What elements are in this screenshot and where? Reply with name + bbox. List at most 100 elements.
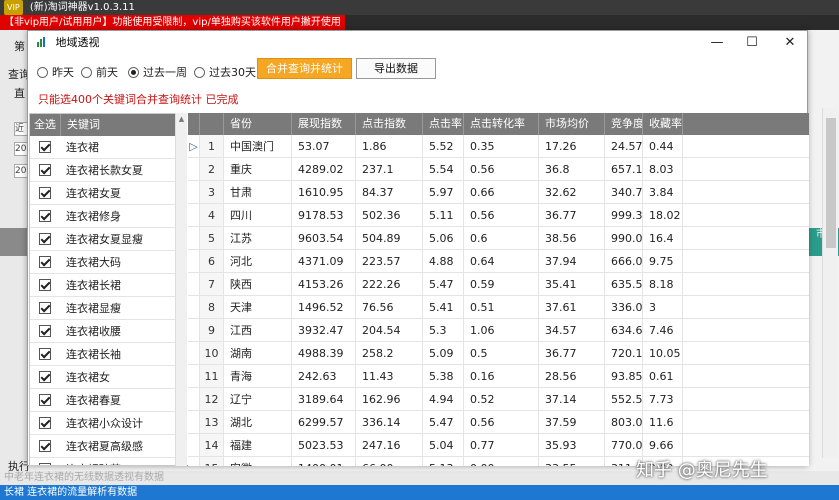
main-scrollbar[interactable] xyxy=(822,108,838,458)
region-table: 省份 展现指数 点击指数 点击率 点击转化率 市场均价 竞争度 收藏率 ▷ 1 中国… xyxy=(188,113,809,466)
keyword-checkbox-cell[interactable] xyxy=(30,389,60,411)
table-row[interactable]: 2重庆4289.02237.15.540.5636.8657.178.03 xyxy=(188,158,809,181)
checkbox-checked-icon[interactable] xyxy=(39,141,51,153)
checkbox-checked-icon[interactable] xyxy=(39,325,51,337)
row-indicator xyxy=(188,434,200,456)
keyword-checkbox-cell[interactable] xyxy=(30,251,60,273)
col-competition[interactable]: 竞争度 xyxy=(605,113,643,135)
keyword-checkbox-cell[interactable] xyxy=(30,228,60,250)
scroll-up-icon[interactable]: ▲ xyxy=(176,113,187,125)
table-row[interactable]: 6河北4371.09223.574.880.6437.94666.099.75 xyxy=(188,250,809,273)
keyword-row[interactable]: 连衣裙春夏 xyxy=(30,389,186,412)
keyword-column-header[interactable]: 关键词 xyxy=(60,114,186,136)
province-cell: 江西 xyxy=(224,319,292,341)
row-indicator xyxy=(188,365,200,387)
keyword-checkbox-cell[interactable] xyxy=(30,182,60,204)
col-conversion-rate[interactable]: 点击转化率 xyxy=(464,113,539,135)
keyword-checkbox-cell[interactable] xyxy=(30,297,60,319)
checkbox-checked-icon[interactable] xyxy=(39,440,51,452)
keyword-checkbox-cell[interactable] xyxy=(30,136,60,158)
col-click-index[interactable]: 点击指数 xyxy=(356,113,423,135)
keyword-row[interactable]: 连衣裙大码 xyxy=(30,251,186,274)
conversion-cell: 0.66 xyxy=(464,181,539,203)
close-icon[interactable]: ✕ xyxy=(776,31,804,55)
click-cell: 247.16 xyxy=(356,434,423,456)
col-impression-index[interactable]: 展现指数 xyxy=(292,113,356,135)
keyword-checkbox-cell[interactable] xyxy=(30,159,60,181)
keyword-checkbox-cell[interactable] xyxy=(30,366,60,388)
keyword-row[interactable]: 连衣裙女夏显瘦 xyxy=(30,228,186,251)
avg-price-cell: 36.8 xyxy=(539,158,605,180)
competition-cell: 634.63 xyxy=(605,319,643,341)
checkbox-checked-icon[interactable] xyxy=(39,463,51,465)
col-avg-price[interactable]: 市场均价 xyxy=(539,113,605,135)
radio-past-30-days[interactable]: 过去30天 xyxy=(194,64,256,80)
radio-yesterday[interactable]: 昨天 xyxy=(37,64,74,80)
left-tab-fragment[interactable]: 第 xyxy=(14,38,25,54)
table-row[interactable]: 4四川9178.53502.365.110.5636.77999.3718.02 xyxy=(188,204,809,227)
export-data-button[interactable]: 导出数据 xyxy=(356,58,436,79)
keyword-row[interactable]: 连衣裙修身 xyxy=(30,205,186,228)
select-all-header[interactable]: 全选 xyxy=(30,114,60,136)
merge-query-button[interactable]: 合并查询并统计 xyxy=(257,58,352,79)
table-row[interactable]: 5江苏9603.54504.895.060.638.56990.0916.4 xyxy=(188,227,809,250)
table-row[interactable]: 11 青海 242.63 11.43 5.38 0.16 28.56 93.85 0.61 xyxy=(188,365,809,388)
table-row[interactable]: 10湖南4988.39258.25.090.536.77720.1210.05 xyxy=(188,342,809,365)
table-row[interactable]: ▷ 1 中国澳门 53.07 1.86 5.52 0.35 17.26 24.57 0.44 xyxy=(188,135,809,158)
keyword-checkbox-cell[interactable] xyxy=(30,205,60,227)
checkbox-checked-icon[interactable] xyxy=(39,394,51,406)
table-row[interactable]: 14福建5023.53247.165.040.7735.93770.099.66 xyxy=(188,434,809,457)
keyword-checkbox-cell[interactable] xyxy=(30,320,60,342)
checkbox-checked-icon[interactable] xyxy=(39,210,51,222)
checkbox-checked-icon[interactable] xyxy=(39,233,51,245)
ctr-cell: 5.13 xyxy=(423,457,464,466)
row-filler xyxy=(683,204,809,226)
keyword-row[interactable]: 连衣裙碎花 xyxy=(30,458,186,465)
keyword-row[interactable]: 连衣裙长裙 xyxy=(30,274,186,297)
maximize-icon[interactable]: ☐ xyxy=(738,31,766,55)
keyword-checkbox-cell[interactable] xyxy=(30,343,60,365)
keyword-scrollbar[interactable]: ▲ xyxy=(175,113,187,466)
table-row[interactable]: 9江西3932.47204.545.31.0634.57634.637.46 xyxy=(188,319,809,342)
table-row[interactable]: 12辽宁3189.64162.964.940.5237.14552.577.73 xyxy=(188,388,809,411)
minimize-icon[interactable]: — xyxy=(703,31,731,55)
favorite-rate-cell: 8.03 xyxy=(643,158,683,180)
keyword-row[interactable]: 连衣裙女 xyxy=(30,366,186,389)
favorite-rate-cell: 8.18 xyxy=(643,273,683,295)
row-index: 1 xyxy=(200,135,224,157)
keyword-row[interactable]: 连衣裙女夏 xyxy=(30,182,186,205)
checkbox-checked-icon[interactable] xyxy=(39,256,51,268)
dialog-title-bar[interactable]: 地域透视 — ☐ ✕ xyxy=(28,31,807,55)
keyword-row[interactable]: 连衣裙显瘦 xyxy=(30,297,186,320)
keyword-checkbox-cell[interactable] xyxy=(30,274,60,296)
scroll-thumb[interactable] xyxy=(826,118,836,248)
keyword-row[interactable]: 连衣裙小众设计 xyxy=(30,412,186,435)
col-province[interactable]: 省份 xyxy=(224,113,292,135)
keyword-checkbox-cell[interactable] xyxy=(30,412,60,434)
keyword-row[interactable]: 连衣裙收腰 xyxy=(30,320,186,343)
keyword-checkbox-cell[interactable] xyxy=(30,458,60,465)
radio-past-week[interactable]: 过去一周 xyxy=(128,64,187,80)
checkbox-checked-icon[interactable] xyxy=(39,417,51,429)
checkbox-checked-icon[interactable] xyxy=(39,302,51,314)
keyword-checkbox-cell[interactable] xyxy=(30,435,60,457)
checkbox-checked-icon[interactable] xyxy=(39,371,51,383)
favorite-rate-cell: 0.61 xyxy=(643,365,683,387)
click-cell: 1.86 xyxy=(356,135,423,157)
table-row[interactable]: 8天津1496.5276.565.410.5137.61336.093 xyxy=(188,296,809,319)
keyword-row[interactable]: 连衣裙长款女夏 xyxy=(30,159,186,182)
keyword-row[interactable]: 连衣裙 xyxy=(30,136,186,159)
checkbox-checked-icon[interactable] xyxy=(39,279,51,291)
col-ctr[interactable]: 点击率 xyxy=(423,113,464,135)
table-row[interactable]: 7 陕西 4153.26 222.26 5.47 0.59 35.41 635.5 8.18 xyxy=(188,273,809,296)
keyword-row[interactable]: 连衣裙夏高级感 xyxy=(30,435,186,458)
checkbox-checked-icon[interactable] xyxy=(39,348,51,360)
col-favorite-rate[interactable]: 收藏率 xyxy=(643,113,683,135)
province-cell: 湖南 xyxy=(224,342,292,364)
radio-day-before[interactable]: 前天 xyxy=(81,64,118,80)
checkbox-checked-icon[interactable] xyxy=(39,164,51,176)
keyword-row[interactable]: 连衣裙长袖 xyxy=(30,343,186,366)
checkbox-checked-icon[interactable] xyxy=(39,187,51,199)
table-row[interactable]: 13湖北6299.57336.145.470.5637.59803.0411.6 xyxy=(188,411,809,434)
table-row[interactable]: 3甘肃1610.9584.375.970.6632.62340.713.84 xyxy=(188,181,809,204)
